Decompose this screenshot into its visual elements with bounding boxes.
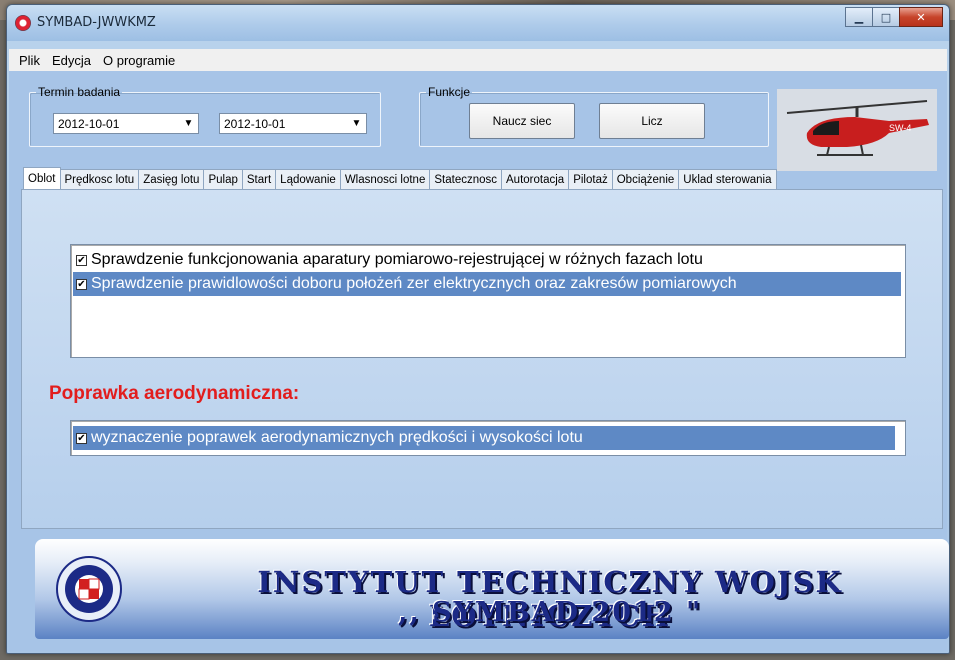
- app-icon: [15, 15, 31, 31]
- tab-statecznosc[interactable]: Statecznosc: [429, 169, 503, 189]
- list-item[interactable]: ✔ Sprawdzenie prawidlowości doboru położ…: [73, 272, 901, 296]
- helicopter-image: SW-4: [777, 89, 937, 171]
- tab-wlasnosci-lotne[interactable]: Wlasnosci lotne: [339, 169, 431, 189]
- menu-bar: Plik Edycja O programie: [9, 49, 947, 71]
- banner-product-name: ,, SYMBAD 2012 ": [397, 597, 703, 628]
- section-title-poprawka: Poprawka aerodynamiczna:: [49, 383, 300, 404]
- chevron-down-icon[interactable]: ▼: [181, 116, 196, 131]
- list-item-label: wyznaczenie poprawek aerodynamicznych pr…: [91, 429, 583, 446]
- tab-pulap[interactable]: Pulap: [203, 169, 243, 189]
- app-window: SYMBAD-JWWKMZ ▁ □ ✕ Plik Edycja O progra…: [6, 4, 950, 654]
- tab-predkosc-lotu[interactable]: Prędkosc lotu: [59, 169, 140, 189]
- licz-button[interactable]: Licz: [599, 103, 705, 139]
- funkcje-legend: Funkcje: [428, 85, 471, 99]
- aero-correction-list[interactable]: ✔ wyznaczenie poprawek aerodynamicznych …: [70, 420, 906, 456]
- tab-zasieg-lotu[interactable]: Zasięg lotu: [138, 169, 205, 189]
- menu-plik[interactable]: Plik: [13, 53, 46, 68]
- tab-start[interactable]: Start: [241, 169, 277, 189]
- helicopter-registration: SW-4: [889, 123, 911, 133]
- maximize-button[interactable]: □: [872, 7, 900, 27]
- oblot-checklist[interactable]: ✔ Sprawdzenie funkcjonowania aparatury p…: [70, 244, 906, 358]
- checkbox[interactable]: ✔: [76, 432, 87, 444]
- date-from-select[interactable]: 2012-10-01 ▼: [53, 113, 199, 134]
- termin-badania-legend: Termin badania: [38, 85, 121, 99]
- checkbox[interactable]: ✔: [76, 278, 87, 290]
- minimize-button[interactable]: ▁: [845, 7, 873, 27]
- tab-uklad-sterowania[interactable]: Uklad sterowania: [678, 169, 777, 189]
- tab-autorotacja[interactable]: Autorotacja: [501, 169, 570, 189]
- helicopter-icon: SW-4: [786, 100, 929, 156]
- list-item-label: Sprawdzenie prawidlowości doboru położeń…: [91, 275, 737, 292]
- tab-oblot[interactable]: Oblot: [23, 167, 61, 189]
- list-item[interactable]: ✔ wyznaczenie poprawek aerodynamicznych …: [73, 426, 895, 450]
- list-item[interactable]: ✔ Sprawdzenie funkcjonowania aparatury p…: [73, 248, 703, 272]
- tab-strip: Oblot Prędkosc lotu Zasięg lotu Pulap St…: [23, 167, 777, 189]
- institute-banner: INSTYTUT TECHNICZNY WOJSK LOTNICZYCH ,, …: [35, 539, 949, 639]
- tab-panel-oblot: ✔ Sprawdzenie funkcjonowania aparatury p…: [21, 189, 943, 529]
- menu-edycja[interactable]: Edycja: [46, 53, 97, 68]
- date-from-value: 2012-10-01: [58, 117, 120, 131]
- date-to-select[interactable]: 2012-10-01 ▼: [219, 113, 367, 134]
- checkbox[interactable]: ✔: [76, 254, 87, 266]
- institute-emblem-icon: [56, 556, 122, 622]
- close-button[interactable]: ✕: [899, 7, 943, 27]
- menu-o-programie[interactable]: O programie: [97, 53, 181, 68]
- tab-obciazenie[interactable]: Obciążenie: [611, 169, 680, 189]
- tab-pilotaz[interactable]: Pilotaż: [568, 169, 613, 189]
- chevron-down-icon[interactable]: ▼: [349, 116, 364, 131]
- list-item-label: Sprawdzenie funkcjonowania aparatury pom…: [91, 251, 703, 268]
- naucz-siec-button[interactable]: Naucz siec: [469, 103, 575, 139]
- window-title: SYMBAD-JWWKMZ: [37, 15, 156, 30]
- tab-ladowanie[interactable]: Lądowanie: [275, 169, 341, 189]
- window-controls: ▁ □ ✕: [845, 7, 943, 27]
- date-to-value: 2012-10-01: [224, 117, 286, 131]
- main-content: Termin badania 2012-10-01 ▼ 2012-10-01 ▼…: [9, 71, 949, 651]
- title-bar[interactable]: SYMBAD-JWWKMZ ▁ □ ✕: [7, 5, 949, 41]
